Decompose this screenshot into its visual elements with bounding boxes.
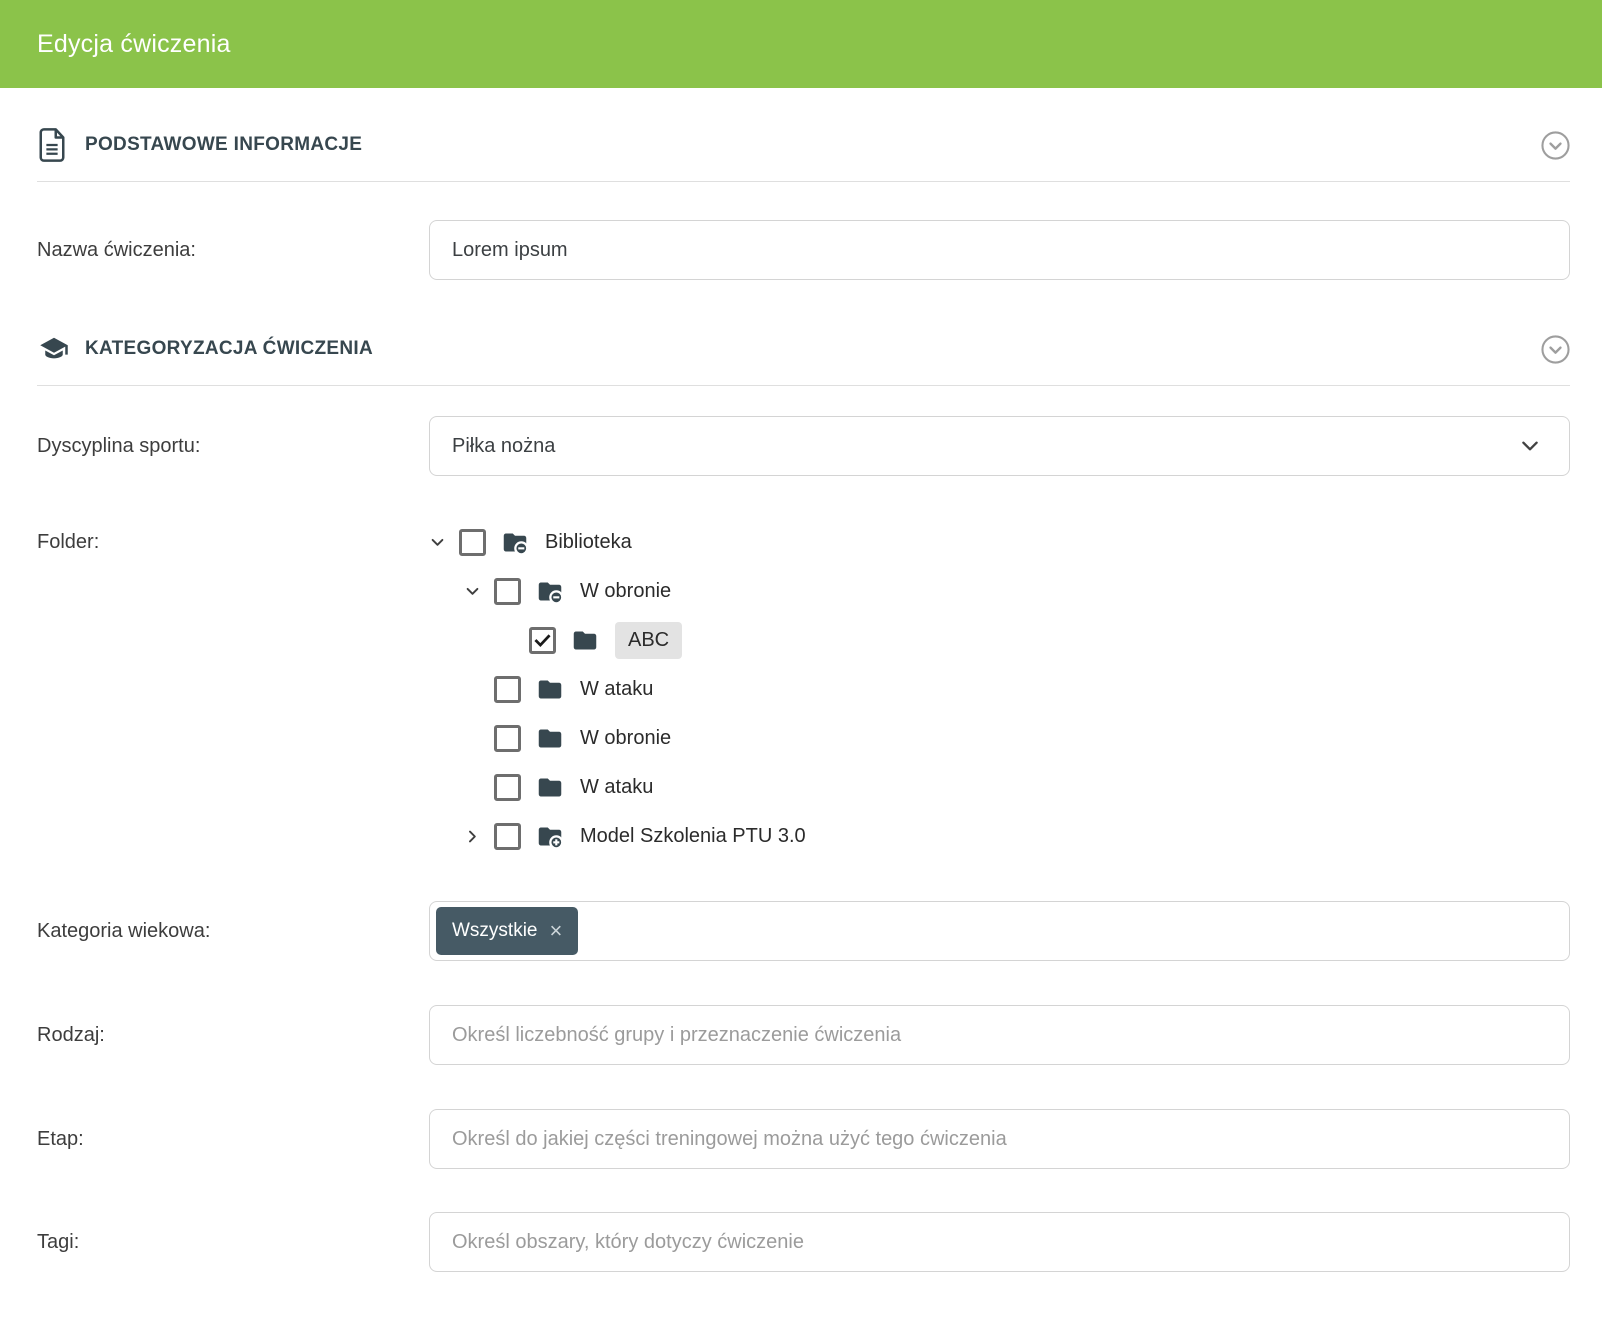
page-title: Edycja ćwiczenia xyxy=(37,30,231,59)
section-basic-info: PODSTAWOWE INFORMACJE xyxy=(37,122,1570,168)
tree-item-label[interactable]: Biblioteka xyxy=(545,531,632,554)
folder-icon xyxy=(570,627,600,654)
tree-row: ABC xyxy=(429,616,1570,665)
discipline-selected-value: Piłka nożna xyxy=(452,435,1519,458)
tree-row: W obronie xyxy=(429,714,1570,763)
tree-row: W obronie xyxy=(429,567,1570,616)
tags-input[interactable] xyxy=(429,1212,1570,1272)
name-label: Nazwa ćwiczenia: xyxy=(37,239,429,262)
collapse-section-basic-button[interactable] xyxy=(1541,131,1570,160)
folder-label: Folder: xyxy=(37,518,429,567)
expand-icon[interactable] xyxy=(499,631,529,651)
checkmark-icon xyxy=(533,631,552,650)
section-basic-info-title: PODSTAWOWE INFORMACJE xyxy=(85,134,362,156)
folder-icon xyxy=(535,774,565,801)
kind-label: Rodzaj: xyxy=(37,1024,429,1047)
collapse-section-categorization-button[interactable] xyxy=(1541,335,1570,364)
chevron-down-circle-icon xyxy=(1541,335,1570,364)
field-row-stage: Etap: xyxy=(37,1109,1570,1169)
folder-checkbox[interactable] xyxy=(529,627,556,654)
expand-icon[interactable] xyxy=(464,827,494,847)
tags-label: Tagi: xyxy=(37,1231,429,1254)
stage-label: Etap: xyxy=(37,1128,429,1151)
folder-checkbox[interactable] xyxy=(494,676,521,703)
folder-icon xyxy=(535,725,565,752)
folder-icon xyxy=(535,823,565,850)
folder-checkbox[interactable] xyxy=(494,578,521,605)
chevron-down-circle-icon xyxy=(1541,131,1570,160)
tree-item-label[interactable]: W obronie xyxy=(580,580,671,603)
tree-item-label[interactable]: W ataku xyxy=(580,678,653,701)
folder-checkbox[interactable] xyxy=(494,774,521,801)
tree-row: W ataku xyxy=(429,763,1570,812)
folder-icon xyxy=(535,774,565,801)
section-divider xyxy=(37,385,1570,386)
exercise-name-input[interactable] xyxy=(429,220,1570,280)
tree-item-label[interactable]: Model Szkolenia PTU 3.0 xyxy=(580,825,806,848)
tree-row: W ataku xyxy=(429,665,1570,714)
folder-icon xyxy=(535,578,565,605)
graduation-cap-icon xyxy=(37,334,71,364)
stage-input[interactable] xyxy=(429,1109,1570,1169)
age-category-chip-label: Wszystkie xyxy=(452,920,538,942)
discipline-select[interactable]: Piłka nożna xyxy=(429,416,1570,476)
folder-checkbox[interactable] xyxy=(459,529,486,556)
folder-minus-icon xyxy=(535,578,565,605)
section-divider xyxy=(37,181,1570,182)
age-category-label: Kategoria wiekowa: xyxy=(37,920,429,943)
document-icon xyxy=(37,127,71,163)
chevron-down-icon xyxy=(1519,435,1541,457)
field-row-kind: Rodzaj: xyxy=(37,1005,1570,1065)
kind-input[interactable] xyxy=(429,1005,1570,1065)
age-category-chip: Wszystkie × xyxy=(436,907,578,955)
folder-tree: Biblioteka xyxy=(429,518,1570,861)
field-row-discipline: Dyscyplina sportu: Piłka nożna xyxy=(37,416,1570,476)
folder-checkbox[interactable] xyxy=(494,823,521,850)
tree-row: Biblioteka xyxy=(429,518,1570,567)
expand-icon[interactable] xyxy=(464,729,494,749)
expand-icon[interactable] xyxy=(464,582,494,602)
section-categorization: KATEGORYZACJA ĆWICZENIA xyxy=(37,326,1570,372)
folder-icon xyxy=(535,676,565,703)
field-row-tags: Tagi: xyxy=(37,1212,1570,1272)
expand-icon[interactable] xyxy=(464,778,494,798)
tree-item-label[interactable]: W obronie xyxy=(580,727,671,750)
folder-checkbox[interactable] xyxy=(494,725,521,752)
chip-remove-icon[interactable]: × xyxy=(550,920,563,942)
folder-icon xyxy=(535,725,565,752)
folder-icon xyxy=(570,627,600,654)
tree-item-label[interactable]: W ataku xyxy=(580,776,653,799)
edit-exercise-form: PODSTAWOWE INFORMACJE Nazwa ćwiczenia: K… xyxy=(0,88,1602,1312)
field-row-age-category: Kategoria wiekowa: Wszystkie × xyxy=(37,901,1570,961)
folder-plus-icon xyxy=(535,823,565,850)
page-header: Edycja ćwiczenia xyxy=(0,0,1602,88)
age-category-multiselect[interactable]: Wszystkie × xyxy=(429,901,1570,961)
folder-icon xyxy=(535,676,565,703)
field-row-name: Nazwa ćwiczenia: xyxy=(37,220,1570,280)
expand-icon[interactable] xyxy=(464,680,494,700)
tree-item-label[interactable]: ABC xyxy=(615,622,682,659)
field-row-folder: Folder: xyxy=(37,518,1570,861)
folder-icon xyxy=(500,529,530,556)
section-categorization-title: KATEGORYZACJA ĆWICZENIA xyxy=(85,338,373,360)
discipline-label: Dyscyplina sportu: xyxy=(37,435,429,458)
expand-icon[interactable] xyxy=(429,533,459,553)
folder-minus-icon xyxy=(500,529,530,556)
tree-row: Model Szkolenia PTU 3.0 xyxy=(429,812,1570,861)
